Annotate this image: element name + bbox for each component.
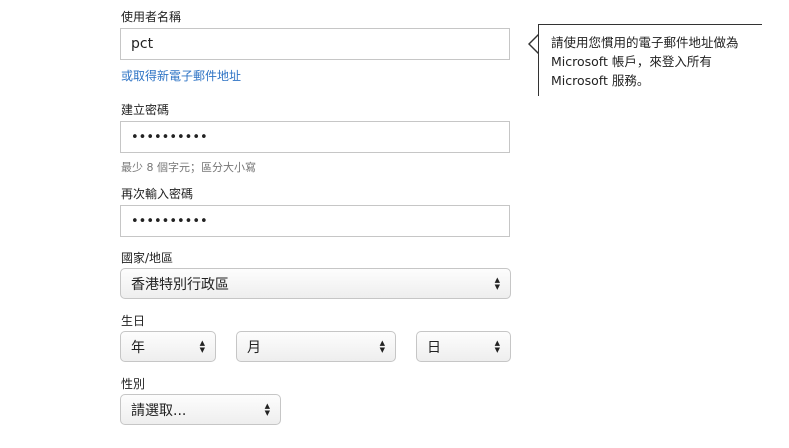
password-hint: 最少 8 個字元；區分大小寫 <box>121 161 256 174</box>
username-label: 使用者名稱 <box>121 10 182 24</box>
birth-year-value: 年 <box>131 339 145 356</box>
birthdate-label: 生日 <box>121 314 146 328</box>
country-select[interactable]: 香港特別行政區 ▲ ▼ <box>120 268 511 299</box>
updown-arrows-icon: ▲ ▼ <box>264 401 270 417</box>
confirm-password-label: 再次輸入密碼 <box>121 187 194 201</box>
gender-select-value: 請選取... <box>131 402 187 419</box>
birth-day-value: 日 <box>427 339 441 356</box>
updown-arrows-icon: ▲ ▼ <box>494 275 500 291</box>
birth-month-select[interactable]: 月 ▲ ▼ <box>236 331 396 362</box>
birth-month-value: 月 <box>247 339 261 356</box>
password-input[interactable]: •••••••••• <box>120 121 510 153</box>
country-select-value: 香港特別行政區 <box>131 276 229 293</box>
password-label: 建立密碼 <box>121 103 170 117</box>
username-input[interactable]: pct <box>120 28 510 60</box>
gender-label: 性別 <box>121 377 146 391</box>
birth-year-select[interactable]: 年 ▲ ▼ <box>120 331 216 362</box>
get-new-email-link[interactable]: 或取得新電子郵件地址 <box>121 67 241 84</box>
updown-arrows-icon: ▲ ▼ <box>494 338 500 354</box>
confirm-password-input[interactable]: •••••••••• <box>120 205 510 237</box>
updown-arrows-icon: ▲ ▼ <box>379 338 385 354</box>
gender-select[interactable]: 請選取... ▲ ▼ <box>120 394 281 425</box>
birth-day-select[interactable]: 日 ▲ ▼ <box>416 331 511 362</box>
updown-arrows-icon: ▲ ▼ <box>199 338 205 354</box>
country-label: 國家/地區 <box>121 251 174 265</box>
username-tooltip: 請使用您慣用的電子郵件地址做為 Microsoft 帳戶，來登入所有 Micro… <box>538 24 762 96</box>
